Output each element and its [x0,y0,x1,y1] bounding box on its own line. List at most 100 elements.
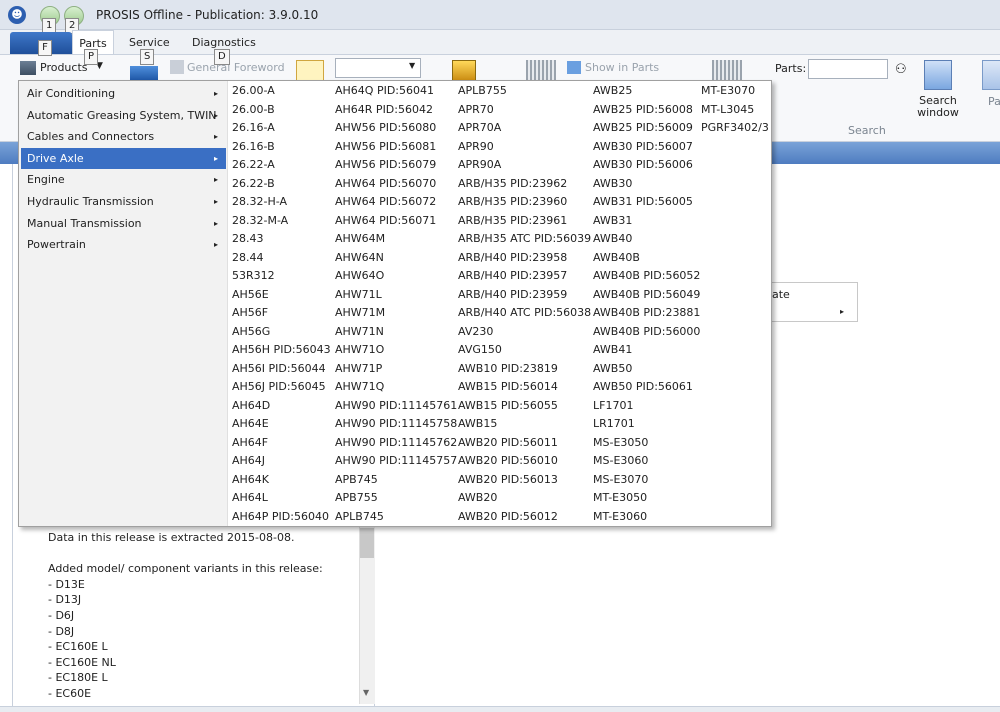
model-menu-item[interactable]: 28.43 [232,230,331,249]
model-menu-item[interactable]: AHW64N [335,249,457,268]
model-menu-item[interactable]: APB755 [335,489,457,508]
model-menu-item[interactable]: AHW71Q [335,378,457,397]
model-menu-item[interactable]: AV230 [458,323,591,342]
model-menu-item[interactable]: AWB31 PID:56005 [593,193,700,212]
model-menu-item[interactable]: AH64P PID:56040 [232,508,331,527]
general-foreword-button[interactable]: General Foreword [187,61,285,74]
model-menu-item[interactable]: AHW56 PID:56081 [335,138,457,157]
model-menu-item[interactable]: 26.00-B [232,101,331,120]
model-menu-item[interactable]: AWB25 PID:56009 [593,119,700,138]
model-menu-item[interactable]: LR1701 [593,415,700,434]
model-menu-item[interactable]: AWB30 [593,175,700,194]
model-menu-item[interactable]: ARB/H35 ATC PID:56039 [458,230,591,249]
model-menu-item[interactable]: MT-L3045 [701,101,769,120]
model-menu-item[interactable]: AWB40B PID:23881 [593,304,700,323]
model-menu-item[interactable]: AHW90 PID:11145757 [335,452,457,471]
model-menu-item[interactable]: AWB20 PID:56011 [458,434,591,453]
model-menu-item[interactable]: APR70A [458,119,591,138]
model-menu-item[interactable]: MS-E3060 [593,452,700,471]
model-menu-item[interactable]: ARB/H40 ATC PID:56038 [458,304,591,323]
model-menu-item[interactable]: AHW71N [335,323,457,342]
model-menu-item[interactable]: AHW71P [335,360,457,379]
model-menu-item[interactable]: AH56E [232,286,331,305]
tab-service[interactable]: Service [129,36,170,49]
model-menu-item[interactable]: MS-E3050 [593,434,700,453]
model-menu-item[interactable]: AWB20 PID:56010 [458,452,591,471]
menu-category-item[interactable]: Cables and Connectors ▸ [21,126,226,147]
model-menu-item[interactable]: APLB755 [458,82,591,101]
model-menu-item[interactable]: AHW71O [335,341,457,360]
model-menu-item[interactable]: AWB25 PID:56008 [593,101,700,120]
app-icon[interactable]: ☻ [8,6,26,24]
model-menu-item[interactable]: 28.32-M-A [232,212,331,231]
model-menu-item[interactable]: 53R312 [232,267,331,286]
tab-diagnostics[interactable]: Diagnostics [192,36,256,49]
model-menu-item[interactable]: AWB20 PID:56012 [458,508,591,527]
tool-icon[interactable] [452,60,476,82]
model-menu-item[interactable]: AHW90 PID:11145758 [335,415,457,434]
scrollbar-thumb[interactable] [360,528,374,558]
model-menu-item[interactable]: AH56H PID:56043 [232,341,331,360]
model-menu-item[interactable]: AH64R PID:56042 [335,101,457,120]
model-menu-item[interactable]: APR90 [458,138,591,157]
model-menu-item[interactable]: ARB/H40 PID:23959 [458,286,591,305]
model-menu-item[interactable]: ARB/H35 PID:23961 [458,212,591,231]
model-menu-item[interactable]: AVG150 [458,341,591,360]
paste-icon[interactable] [982,60,1000,90]
model-menu-item[interactable]: AWB50 [593,360,700,379]
model-menu-item[interactable]: LF1701 [593,397,700,416]
model-menu-item[interactable]: AWB15 PID:56055 [458,397,591,416]
model-menu-item[interactable]: AWB15 PID:56014 [458,378,591,397]
search-window-icon[interactable] [924,60,952,90]
model-menu-item[interactable]: MT-E3050 [593,489,700,508]
menu-category-item[interactable]: Automatic Greasing System, TWIN ▸ [21,105,226,126]
model-menu-item[interactable]: AHW64O [335,267,457,286]
model-menu-item[interactable]: AHW90 PID:11145761 [335,397,457,416]
binoculars-icon[interactable]: ⚇ [895,62,907,77]
select-chevron-icon[interactable]: ▼ [409,61,415,70]
model-menu-item[interactable]: 26.16-A [232,119,331,138]
model-menu-item[interactable]: AHW71M [335,304,457,323]
model-menu-item[interactable]: AWB40 [593,230,700,249]
model-menu-item[interactable]: AHW64 PID:56072 [335,193,457,212]
model-menu-item[interactable]: AH64Q PID:56041 [335,82,457,101]
model-menu-item[interactable]: AH56I PID:56044 [232,360,331,379]
model-menu-item[interactable]: AHW64 PID:56070 [335,175,457,194]
menu-category-item[interactable]: Manual Transmission ▸ [21,213,226,234]
model-menu-item[interactable]: APR90A [458,156,591,175]
model-menu-item[interactable]: AWB40B PID:56049 [593,286,700,305]
model-menu-item[interactable]: AHW90 PID:11145762 [335,434,457,453]
model-menu-item[interactable]: ARB/H40 PID:23958 [458,249,591,268]
model-menu-item[interactable]: APLB745 [335,508,457,527]
model-menu-item[interactable]: AH64L [232,489,331,508]
model-menu-item[interactable]: PGRF3402/3 [701,119,769,138]
model-menu-item[interactable]: MS-E3070 [593,471,700,490]
model-menu-item[interactable]: AHW64 PID:56071 [335,212,457,231]
model-menu-item[interactable]: AH64K [232,471,331,490]
menu-category-item[interactable]: Air Conditioning ▸ [21,83,226,104]
menu-category-item[interactable]: Engine ▸ [21,169,226,190]
model-menu-item[interactable]: AH56G [232,323,331,342]
model-menu-item[interactable]: ARB/H40 PID:23957 [458,267,591,286]
model-menu-item[interactable]: AWB41 [593,341,700,360]
model-menu-item[interactable]: ARB/H35 PID:23960 [458,193,591,212]
model-menu-item[interactable]: AWB50 PID:56061 [593,378,700,397]
scroll-down-icon[interactable]: ▼ [363,688,369,697]
model-menu-item[interactable]: MT-E3060 [593,508,700,527]
model-menu-item[interactable]: 26.16-B [232,138,331,157]
model-menu-item[interactable]: AWB30 PID:56006 [593,156,700,175]
model-menu-item[interactable]: ARB/H35 PID:23962 [458,175,591,194]
model-menu-item[interactable]: AWB30 PID:56007 [593,138,700,157]
model-menu-item[interactable]: 28.44 [232,249,331,268]
model-menu-item[interactable]: AHW56 PID:56079 [335,156,457,175]
model-menu-item[interactable]: 26.22-A [232,156,331,175]
model-menu-item[interactable]: APR70 [458,101,591,120]
search-window-button[interactable]: Search window [910,95,966,119]
model-menu-item[interactable]: AWB40B PID:56052 [593,267,700,286]
model-menu-item[interactable]: AWB40B PID:56000 [593,323,700,342]
parts-search-input[interactable] [808,59,888,79]
menu-category-item[interactable]: Hydraulic Transmission ▸ [21,191,226,212]
model-menu-item[interactable]: AWB15 [458,415,591,434]
model-menu-item[interactable]: AH64J [232,452,331,471]
model-menu-item[interactable]: AWB20 PID:56013 [458,471,591,490]
